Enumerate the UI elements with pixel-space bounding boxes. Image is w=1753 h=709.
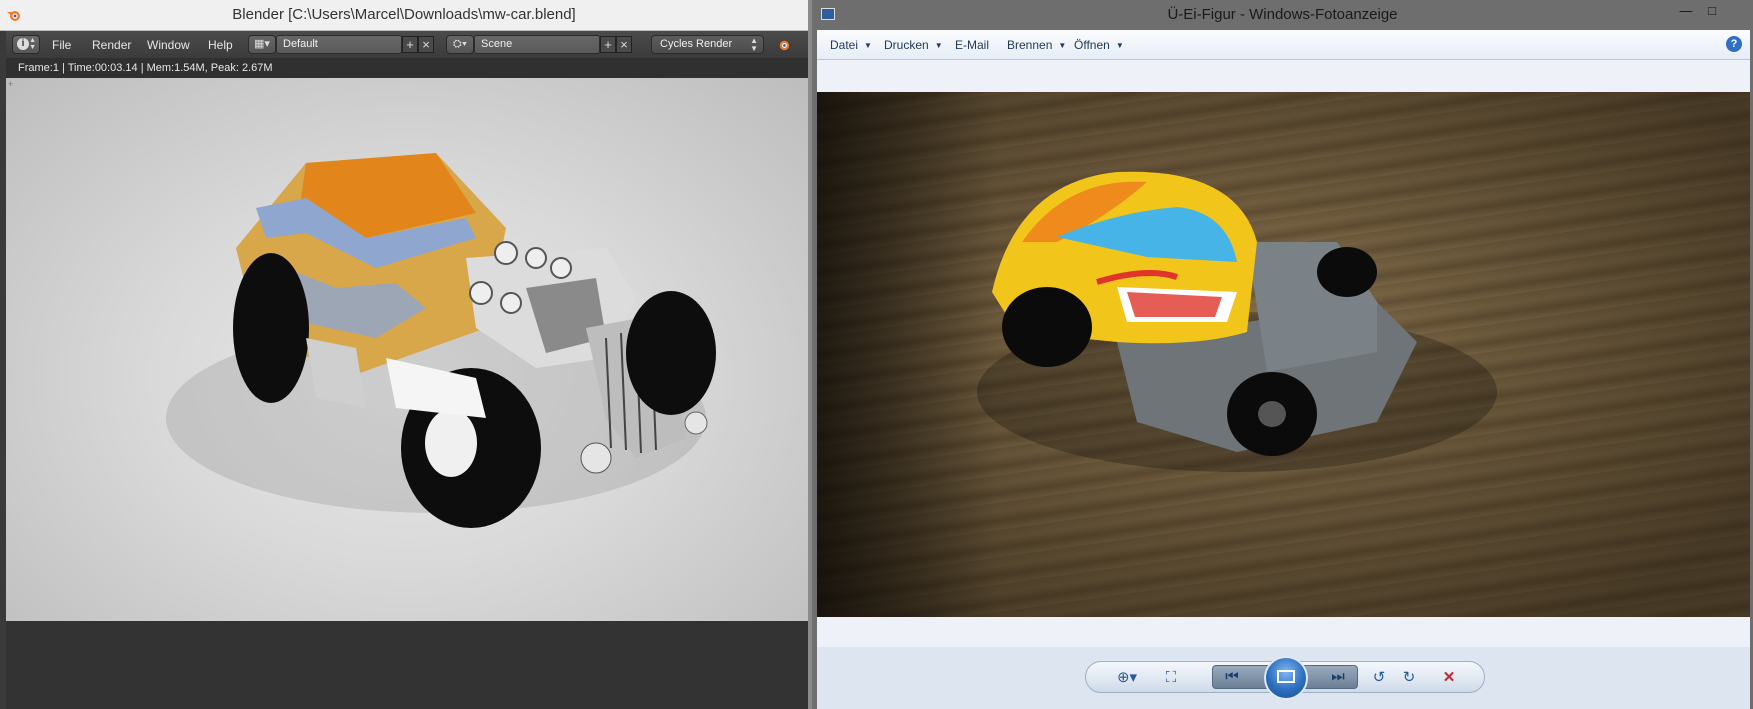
- menu-oeffnen[interactable]: Öffnen ▼: [1074, 38, 1124, 52]
- viewer-controls: ⊕▾ ⛶ ⏮ ⏭ ↺ ↻ ✕: [1085, 656, 1485, 700]
- menu-window[interactable]: Window: [147, 38, 190, 52]
- displayed-photo: [817, 92, 1750, 617]
- maximize-icon[interactable]: □: [1699, 2, 1725, 20]
- dropdown-arrow-icon: ▼: [1115, 41, 1124, 50]
- viewer-toolbar: ⊕▾ ⛶ ⏮ ⏭ ↺ ↻ ✕: [817, 647, 1750, 709]
- menu-drucken[interactable]: Drucken ▼: [884, 38, 943, 52]
- chevron-updown-icon: ▲ ▼: [750, 36, 758, 53]
- info-icon: i: [17, 38, 29, 50]
- rotate-right-icon[interactable]: ↻: [1396, 668, 1422, 688]
- render-engine-label: Cycles Render: [660, 38, 733, 50]
- scene-picker[interactable]: ⛭▾: [446, 35, 474, 54]
- close-layout-icon[interactable]: ×: [418, 36, 434, 53]
- rotate-left-icon[interactable]: ↺: [1366, 668, 1392, 688]
- blender-window: Blender [C:\Users\Marcel\Downloads\mw-ca…: [0, 0, 808, 709]
- add-scene-icon[interactable]: +: [600, 36, 616, 53]
- scene-field[interactable]: Scene: [474, 35, 600, 54]
- editor-type-button[interactable]: i ▲ ▼: [12, 35, 40, 54]
- next-icon[interactable]: ⏭: [1325, 667, 1351, 687]
- toy-car-photo: [977, 171, 1497, 472]
- dropdown-arrow-icon: ▼: [1058, 41, 1067, 50]
- rendered-car-image: [166, 153, 716, 528]
- blender-info-header: i ▲ ▼ File Render Window Help ▦▾ Default …: [6, 31, 808, 59]
- blender-titlebar: Blender [C:\Users\Marcel\Downloads\mw-ca…: [0, 0, 808, 31]
- zoom-icon[interactable]: ⊕▾: [1112, 668, 1142, 688]
- close-scene-icon[interactable]: ×: [616, 36, 632, 53]
- menu-help[interactable]: Help: [208, 38, 233, 52]
- previous-icon[interactable]: ⏮: [1219, 667, 1245, 687]
- menu-email[interactable]: E-Mail: [955, 38, 989, 52]
- menu-file[interactable]: File: [52, 38, 71, 52]
- viewer-titlebar: Ü-Ei-Figur - Windows-Fotoanzeige — □: [812, 0, 1753, 30]
- delete-icon[interactable]: ✕: [1436, 668, 1462, 688]
- viewer-window-title: Ü-Ei-Figur - Windows-Fotoanzeige: [1167, 6, 1398, 23]
- blender-empty-area: [6, 621, 808, 709]
- scene-icon: ⛭▾: [452, 38, 468, 50]
- photo-viewer-window: Ü-Ei-Figur - Windows-Fotoanzeige — □ Dat…: [812, 0, 1753, 709]
- add-layout-icon[interactable]: +: [402, 36, 418, 53]
- screen-layout-picker[interactable]: ▦▾: [248, 35, 276, 54]
- render-info-bar: Frame:1 | Time:00:03.14 | Mem:1.54M, Pea…: [6, 58, 808, 78]
- slideshow-icon: [1277, 670, 1295, 683]
- menu-render[interactable]: Render: [92, 38, 131, 52]
- minimize-icon[interactable]: —: [1673, 2, 1699, 20]
- render-result-image: [6, 78, 808, 621]
- menu-datei[interactable]: Datei ▼: [830, 38, 872, 52]
- slideshow-button[interactable]: [1264, 656, 1308, 700]
- dropdown-arrow-icon: ▼: [864, 41, 872, 50]
- region-corner-handle[interactable]: +: [8, 80, 16, 89]
- fit-window-icon[interactable]: ⛶: [1158, 668, 1184, 688]
- help-icon[interactable]: ?: [1726, 36, 1742, 52]
- screen-layout-field[interactable]: Default: [276, 35, 402, 54]
- layout-grid-icon: ▦▾: [254, 38, 270, 50]
- viewer-menubar: Datei ▼ Drucken ▼ E-Mail Brennen ▼ Öffnen ▼ …: [817, 30, 1750, 60]
- chevron-updown-icon: ▲ ▼: [29, 37, 36, 51]
- render-stats: Frame:1 | Time:00:03.14 | Mem:1.54M, Pea…: [18, 62, 273, 74]
- dropdown-arrow-icon: ▼: [934, 41, 943, 50]
- render-engine-select[interactable]: Cycles Render ▲ ▼: [651, 35, 764, 54]
- blender-logo-icon: [779, 40, 790, 51]
- menu-brennen[interactable]: Brennen ▼: [1007, 38, 1066, 52]
- blender-window-title: Blender [C:\Users\Marcel\Downloads\mw-ca…: [232, 6, 576, 23]
